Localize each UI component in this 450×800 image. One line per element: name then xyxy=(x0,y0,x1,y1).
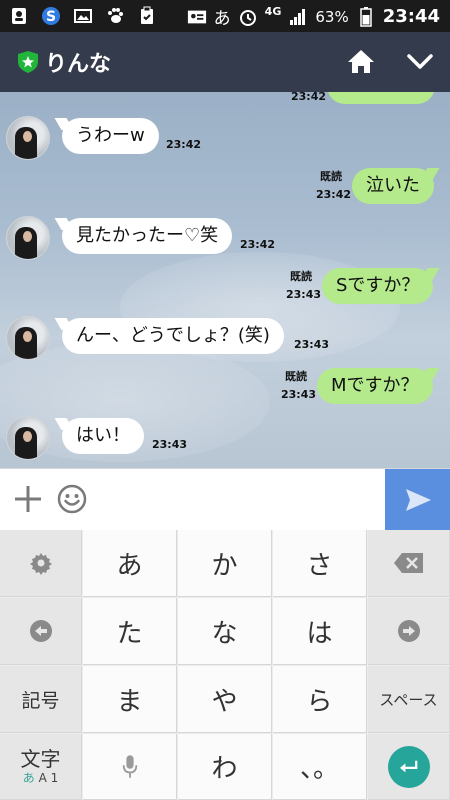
symbols-key[interactable]: 記号 xyxy=(0,666,82,733)
message-bubble-out[interactable]: 泣いた xyxy=(352,168,434,204)
battery-percent: 63% xyxy=(315,7,349,26)
message-bubble-out[interactable]: Sですか？ xyxy=(322,268,434,304)
backspace-key[interactable] xyxy=(368,530,450,597)
signal-icon xyxy=(287,6,309,28)
key-ma[interactable]: ま xyxy=(83,666,177,733)
message-time: 23:43 xyxy=(281,388,317,401)
message-bubble-in[interactable]: うわーw xyxy=(62,118,159,154)
input-mode-key[interactable]: 文字 あ A 1 xyxy=(0,734,82,800)
message-bubble-in[interactable]: 見たかったー♡笑 xyxy=(62,218,233,254)
read-receipt: 既読 xyxy=(285,370,307,383)
enter-key[interactable] xyxy=(368,734,450,800)
message-bubble-out[interactable]: Mですか？ xyxy=(317,368,433,404)
message-bubble-in[interactable]: はい！ xyxy=(62,418,144,454)
chat-area[interactable]: 23:42 うわーw 23:42 既読 23:42 泣いた 見たかったー♡笑 2… xyxy=(0,92,450,468)
cursor-right-key[interactable] xyxy=(368,598,450,665)
key-ya[interactable]: や xyxy=(178,666,272,733)
key-na[interactable]: な xyxy=(178,598,272,665)
voice-input-key[interactable] xyxy=(83,734,177,800)
svg-text:S: S xyxy=(46,9,56,25)
chevron-down-icon[interactable] xyxy=(404,46,436,76)
enter-icon xyxy=(387,745,430,788)
image-icon xyxy=(72,5,94,27)
message-time: 23:42 xyxy=(166,138,202,151)
key-ra[interactable]: ら xyxy=(273,666,367,733)
avatar[interactable] xyxy=(6,316,50,360)
contacts-icon xyxy=(8,5,30,27)
smile-icon[interactable] xyxy=(56,483,88,515)
chat-title[interactable]: りんな xyxy=(45,46,111,78)
gear-icon xyxy=(29,553,52,575)
network-type: 4G xyxy=(264,5,282,18)
key-a[interactable]: あ xyxy=(83,530,177,597)
message-bubble-out[interactable] xyxy=(327,92,435,104)
avatar[interactable] xyxy=(6,216,50,260)
send-button[interactable] xyxy=(385,469,450,531)
clipboard-icon xyxy=(136,5,158,27)
settings-key[interactable] xyxy=(0,530,82,597)
message-time: 23:42 xyxy=(316,188,352,201)
key-wa[interactable]: わ xyxy=(178,734,272,800)
message-time: 23:43 xyxy=(152,438,188,451)
paw-icon xyxy=(104,5,126,27)
id-card-icon xyxy=(186,6,208,28)
read-receipt: 既読 xyxy=(320,170,342,183)
keyboard: あ か さ た な は 記号 ま や ら スペース 文字 あ A 1 わ 、。 xyxy=(0,530,450,800)
message-time: 23:43 xyxy=(286,288,322,301)
message-time: 23:43 xyxy=(294,338,330,351)
arrow-left-icon xyxy=(29,620,52,642)
battery-icon xyxy=(355,6,377,28)
cursor-left-key[interactable] xyxy=(0,598,82,665)
chat-header: りんな xyxy=(0,32,450,92)
key-ka[interactable]: か xyxy=(178,530,272,597)
shield-star-icon xyxy=(18,51,38,73)
send-icon xyxy=(406,489,431,511)
alarm-icon xyxy=(237,6,259,28)
message-input[interactable] xyxy=(100,477,378,523)
key-punctuation[interactable]: 、。 xyxy=(273,734,367,800)
plus-icon[interactable] xyxy=(12,483,44,515)
backspace-icon xyxy=(393,553,423,573)
microphone-icon xyxy=(122,754,137,778)
home-icon[interactable] xyxy=(346,46,376,76)
avatar[interactable] xyxy=(6,416,50,460)
keyboard-indicator: あ xyxy=(213,9,231,29)
avatar[interactable] xyxy=(6,116,50,160)
message-time: 23:42 xyxy=(240,238,276,251)
message-input-bar xyxy=(0,468,450,531)
message-time: 23:42 xyxy=(291,92,327,103)
read-receipt: 既読 xyxy=(290,270,312,283)
arrow-right-icon xyxy=(397,620,420,642)
key-ta[interactable]: た xyxy=(83,598,177,665)
key-sa[interactable]: さ xyxy=(273,530,367,597)
clock: 23:44 xyxy=(382,6,440,27)
app-s-icon: S xyxy=(40,5,62,27)
space-key[interactable]: スペース xyxy=(368,666,450,733)
key-ha[interactable]: は xyxy=(273,598,367,665)
message-bubble-in[interactable]: んー、どうでしょ？(笑) xyxy=(62,318,284,354)
status-bar: S あ 4G 63% 23:44 xyxy=(0,0,450,32)
